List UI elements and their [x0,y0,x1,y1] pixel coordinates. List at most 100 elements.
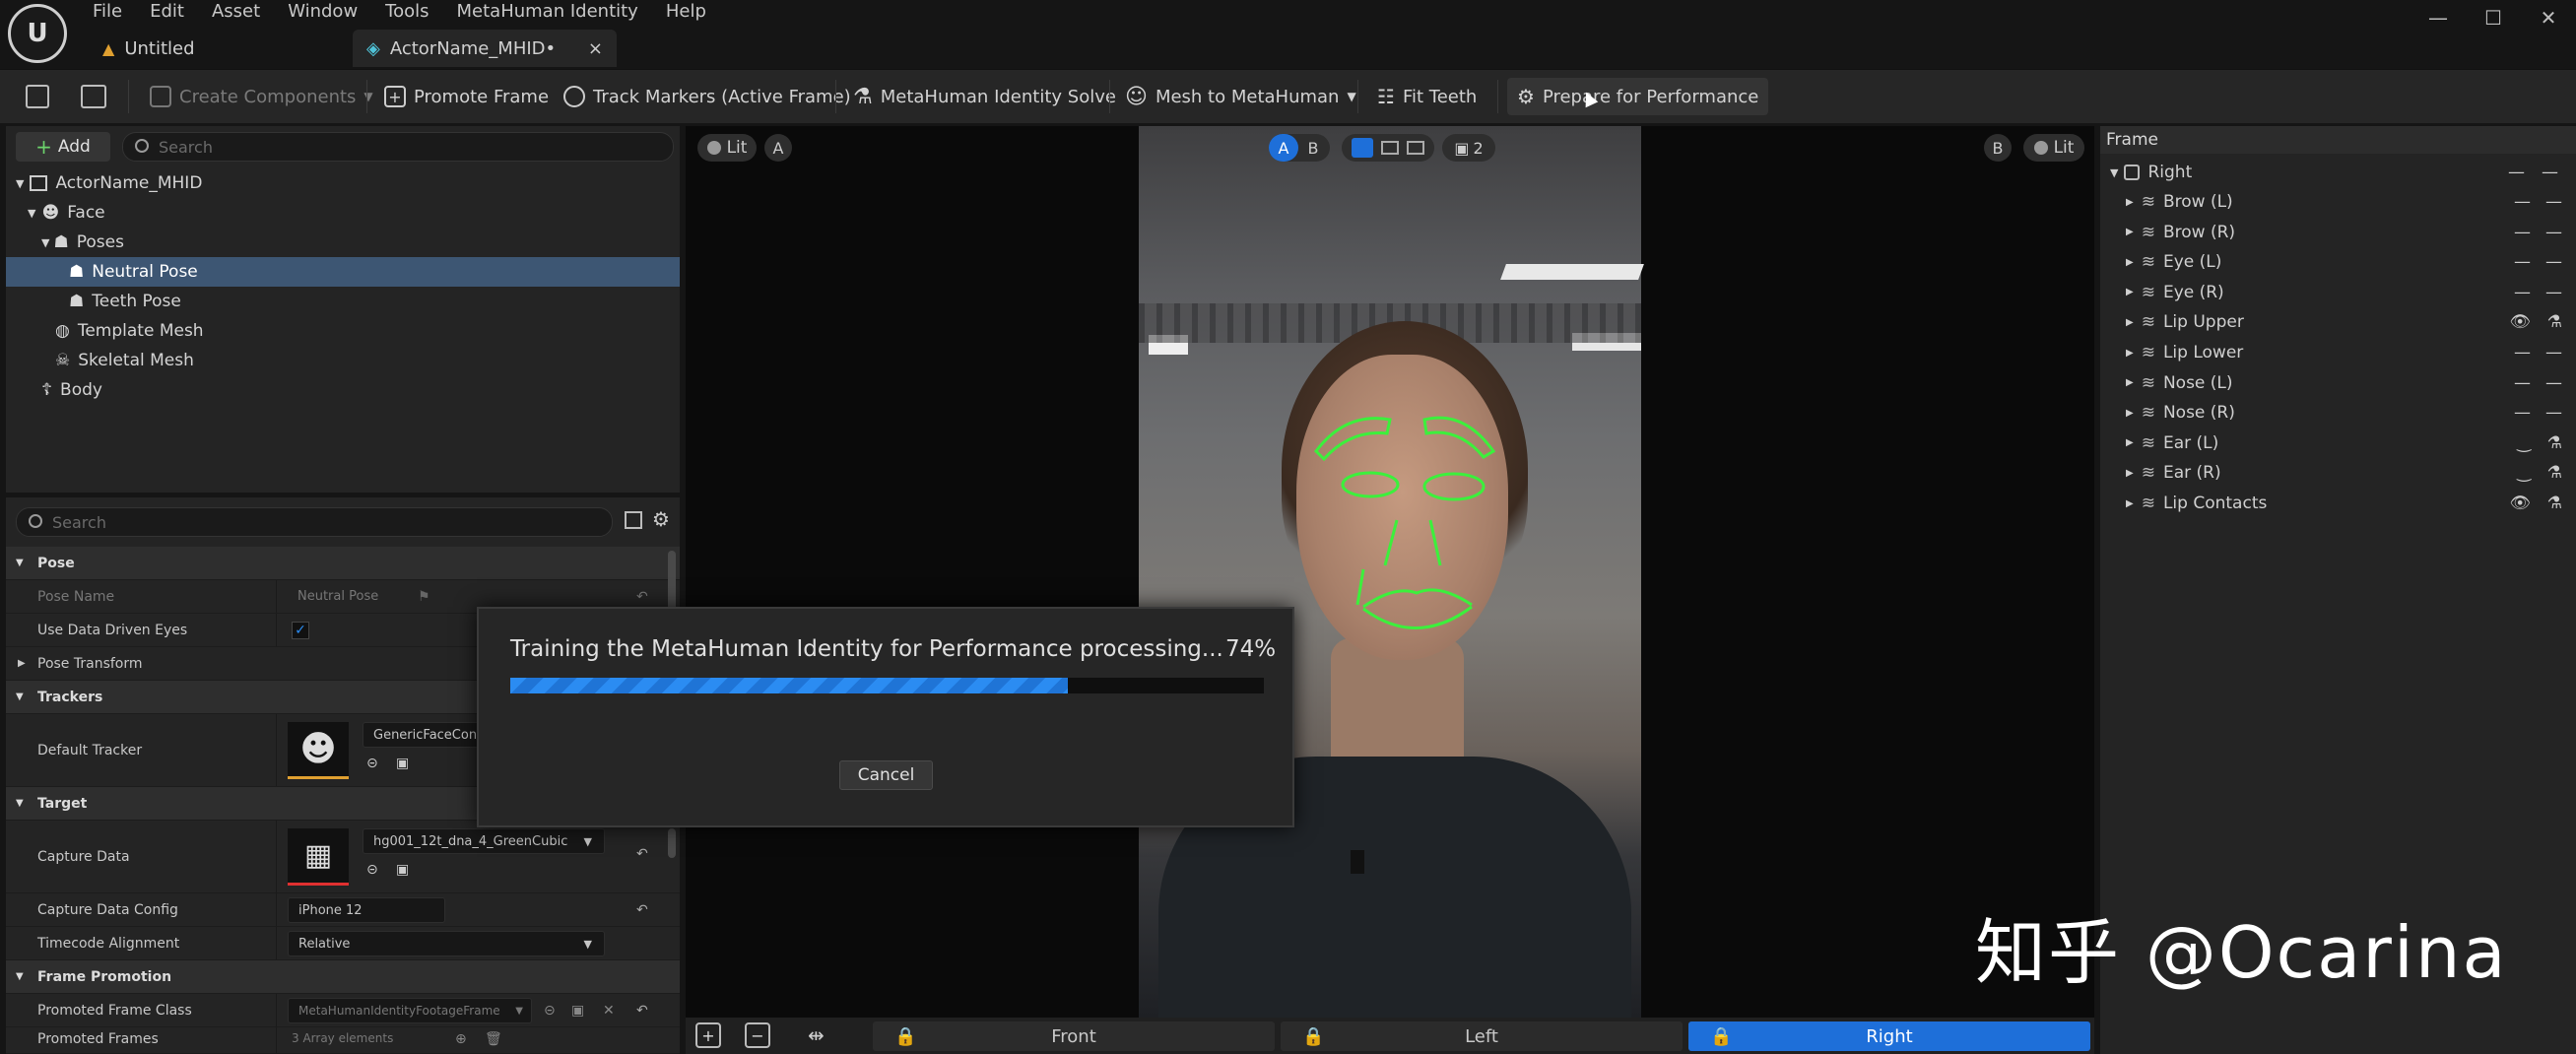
view-a-badge[interactable]: A [764,134,792,162]
use-data-driven-eyes-checkbox[interactable]: ✓ [292,621,309,639]
clear-icon[interactable]: ✕ [603,1003,615,1019]
camera-track-icon[interactable]: ⇹ [808,1023,825,1047]
expand-arrow-icon[interactable]: ▶ [2126,437,2134,448]
delete-icon[interactable]: 🗑 [485,1031,502,1047]
lit-toggle-right[interactable]: Lit [2023,134,2084,162]
capture-data-thumbnail[interactable]: ▦ [288,828,349,886]
expand-arrow-icon[interactable]: ▶ [2126,468,2134,479]
details-scrollbar-lower[interactable] [668,828,676,858]
maximize-icon[interactable]: ☐ [2466,0,2521,35]
frame-curve-row[interactable]: ▶ ≋ Nose (L) — — [2100,368,2576,398]
lock-dash-icon[interactable]: — [2545,343,2562,362]
close-tab-icon[interactable]: × [588,38,603,59]
section-pose[interactable]: ▼ Pose [6,547,680,580]
tree-item-actorname-mhid[interactable]: ▼ ActorName_MHID [6,168,680,198]
browse-folder-icon[interactable]: ▣ [396,862,409,878]
outliner-search-input[interactable]: Search [122,132,674,162]
reset-icon[interactable]: ↶ [636,589,648,605]
browse-folder-icon[interactable]: ▣ [571,1003,584,1019]
flask-icon[interactable]: ⚗ [2547,463,2562,483]
visibility-dash-icon[interactable]: — [2514,223,2531,242]
capture-data-dropdown[interactable]: hg001_12t_dna_4_GreenCubic ▼ [363,828,605,854]
camera-count-button[interactable]: ▣ 2 [1442,134,1495,162]
frame-curve-row[interactable]: ▶ ≋ Brow (L) — — [2100,187,2576,217]
tree-item-template-mesh[interactable]: ◍ Template Mesh [6,316,680,346]
frame-curve-row[interactable]: ▶ ≋ Nose (R) — — [2100,398,2576,428]
ab-b-button[interactable]: B [1298,139,1328,158]
browse-icon[interactable] [81,85,106,108]
tree-item-teeth-pose[interactable]: ☗ Teeth Pose [6,287,680,316]
frame-curve-row[interactable]: ▶ ≋ Eye (L) — — [2100,247,2576,277]
capture-data-config-field[interactable]: iPhone 12 [288,897,445,923]
frame-curve-row[interactable]: ▶ ≋ Eye (R) — — [2100,278,2576,307]
default-tracker-field[interactable]: GenericFaceConto [363,722,490,748]
tree-item-skeletal-mesh[interactable]: ☠ Skeletal Mesh [6,346,680,375]
tracker-thumbnail[interactable]: ☻ [288,722,349,779]
expand-arrow-icon[interactable]: ▶ [2126,287,2134,297]
expand-arrow-icon[interactable]: ▼ [16,177,24,190]
lock-dash-icon[interactable]: — [2545,252,2562,272]
track-markers-button[interactable]: Track Markers (Active Frame) [554,78,861,115]
tree-item-poses[interactable]: ▼ ☗ Poses [6,228,680,257]
visibility-eye-icon[interactable]: 👁 [2509,312,2531,332]
zoom-out-icon[interactable]: − [745,1022,770,1048]
promoted-frame-class-dropdown[interactable]: MetaHumanIdentityFootageFrame ▼ [288,998,532,1023]
add-button[interactable]: + Add [16,132,110,162]
reset-icon[interactable]: ↶ [636,846,648,862]
details-search-input[interactable]: Search [16,507,613,537]
frame-root-right[interactable]: ▼ Right — — [2100,158,2576,187]
lock-dash-icon[interactable]: — [2545,192,2562,212]
visibility-dash-icon[interactable]: — [2514,373,2531,393]
frame-curve-row[interactable]: ▶ ≋ Lip Lower — — [2100,338,2576,367]
lock-dash-icon[interactable]: — [2545,403,2562,423]
view-tab-front[interactable]: 🔒 Front [873,1021,1275,1051]
zoom-in-icon[interactable]: + [695,1022,721,1048]
menu-file[interactable]: File [79,0,136,26]
frame-curve-row[interactable]: ▶ ≋ Ear (R) ‿ ⚗ [2100,458,2576,488]
visibility-dash-icon[interactable]: — [2514,192,2531,212]
checkbox[interactable] [2124,165,2141,180]
expand-arrow-icon[interactable]: ▶ [2126,408,2134,419]
browse-folder-icon[interactable]: ▣ [396,756,409,771]
frame-curve-row[interactable]: ▶ ≋ Ear (L) ‿ ⚗ [2100,428,2576,458]
expand-arrow-icon[interactable]: ▶ [2126,317,2134,328]
reset-icon[interactable]: ↶ [636,1003,648,1019]
frame-curve-row[interactable]: ▶ ≋ Brow (R) — — [2100,218,2576,247]
flask-icon[interactable]: ⚗ [2547,312,2562,332]
view-tab-right[interactable]: 🔒 Right [1688,1021,2090,1051]
timecode-alignment-dropdown[interactable]: Relative ▼ [288,931,605,956]
visibility-eye-icon[interactable]: 👁 [2509,494,2531,513]
expand-arrow-icon[interactable]: ▶ [2126,257,2134,268]
reset-icon[interactable]: ↶ [636,902,648,918]
visibility-dash-icon[interactable]: — [2514,283,2531,302]
expand-arrow-icon[interactable]: ▶ [2126,227,2134,237]
visibility-dash-icon[interactable]: — [2508,163,2525,182]
flask-icon[interactable]: ⚗ [2547,433,2562,453]
single-view-icon[interactable] [1352,138,1373,158]
hidden-eye-icon[interactable]: ‿ [2517,463,2531,483]
lock-dash-icon[interactable]: — [2542,163,2558,182]
menu-asset[interactable]: Asset [198,0,274,26]
tab-actorname-mhid[interactable]: ◈ ActorName_MHID• × [353,30,617,67]
cancel-button[interactable]: Cancel [839,760,933,790]
use-selected-icon[interactable]: ⊝ [366,862,378,878]
expand-arrow-icon[interactable]: ▼ [2110,166,2118,179]
flask-icon[interactable]: ⚗ [2547,494,2562,513]
wipe-view-icon[interactable] [1381,141,1399,155]
tab-untitled[interactable]: ▲ Untitled [89,30,345,67]
section-frame-promotion[interactable]: ▼ Frame Promotion [6,960,680,994]
hidden-eye-icon[interactable]: ‿ [2517,433,2531,453]
viewport[interactable]: Lit A A B ▣ 2 B Lit [686,126,2094,1018]
settings-gear-icon[interactable]: ⚙ [652,507,670,531]
frame-curve-row[interactable]: ▶ ≋ Lip Upper 👁 ⚗ [2100,307,2576,337]
frame-curve-row[interactable]: ▶ ≋ Lip Contacts 👁 ⚗ [2100,489,2576,518]
prepare-for-performance-button[interactable]: ⚙ Prepare for Performance [1507,78,1769,115]
view-b-badge[interactable]: B [1984,134,2012,162]
save-icon[interactable] [26,85,49,108]
lit-toggle-left[interactable]: Lit [697,134,757,162]
unreal-logo-icon[interactable]: U [8,4,67,63]
promote-frame-button[interactable]: + Promote Frame [374,78,559,115]
lock-dash-icon[interactable]: — [2545,283,2562,302]
expand-arrow-icon[interactable]: ▶ [2126,348,2134,359]
expand-arrow-icon[interactable]: ▶ [2126,498,2134,509]
